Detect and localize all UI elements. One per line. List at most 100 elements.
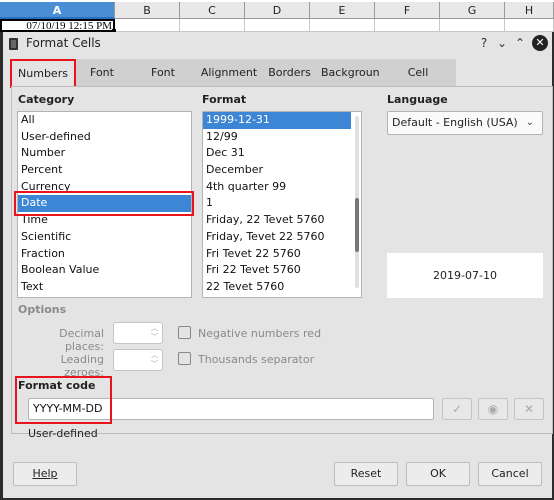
format-code-label: Format code [18,379,96,392]
cell-e1[interactable] [310,19,375,32]
list-item[interactable]: Scientific [18,229,191,246]
dialog-title: Format Cells [26,36,101,50]
format-label-text: Format [202,93,247,106]
tab-alignment[interactable]: Alignment [197,59,261,86]
list-item[interactable]: 4th quarter 99 [203,179,351,196]
language-label: Language [387,93,448,106]
numbers-panel: Category All User-defined Number Percent Cur… [11,86,553,440]
column-header-g[interactable]: G [440,2,505,19]
format-preview: 2019-07-10 [387,253,543,298]
delete-format-button[interactable]: ✕ [514,398,544,420]
column-header-f[interactable]: F [375,2,440,19]
help-button[interactable]: Help [13,462,77,486]
reset-button[interactable]: Reset [334,462,398,486]
close-icon[interactable]: ✕ [532,35,548,51]
list-item[interactable]: Boolean Value [18,262,191,279]
cell-h1[interactable] [505,19,554,32]
tab-bar: Numbers Font Font Effects Alignment Bord… [11,59,456,106]
list-item[interactable]: Friday, 22 Tevet 5760 [203,212,351,229]
format-code-description: User-defined [28,427,98,440]
cell-b1[interactable] [115,19,180,32]
column-headers: A B C D E F G H [0,2,554,19]
edit-comment-button[interactable]: ◉ [478,398,508,420]
format-label: Format [202,93,246,106]
dialog-titlebar[interactable]: Format Cells ? ⌄ ⌃ ✕ [3,32,552,56]
spinner-arrows-icon[interactable]: ︿ ﹀ [151,324,158,342]
negative-red-label: Negative numbers red [198,327,322,340]
category-list[interactable]: All User-defined Number Percent Currency Date… [17,111,192,298]
list-item[interactable]: Date [18,195,191,213]
leading-zeroes-label: Leading zeroes: [60,353,104,379]
help-icon[interactable]: ? [478,35,490,51]
chevron-down-icon: ⌄ [525,117,534,128]
column-header-d[interactable]: D [245,2,310,19]
checkmark-icon: ✓ [451,402,463,416]
ok-button-label: OK [430,467,446,480]
list-item[interactable]: Time [18,212,191,229]
column-header-c[interactable]: C [180,2,245,19]
app-icon [9,38,18,50]
list-item[interactable]: 22 Tevet 5760 [203,279,351,296]
list-item[interactable]: Dec 31 [203,145,351,162]
list-item[interactable]: 1 [203,195,351,212]
help-button-label: Help [32,467,58,480]
column-header-h[interactable]: H [505,2,554,19]
language-label-text: Language [387,93,448,106]
accept-format-button[interactable]: ✓ [442,398,472,420]
format-list-scrollbar[interactable] [355,116,359,288]
list-item[interactable]: 1999-12-31 [203,112,351,129]
cell-g1[interactable] [440,19,505,32]
thousands-separator-label: Thousands separator [198,353,315,366]
leading-zeroes-spinner[interactable]: ︿ ﹀ [113,349,163,371]
list-item[interactable]: Fraction [18,246,191,263]
category-label: Category [18,93,74,106]
cell-d1[interactable] [245,19,310,32]
category-label-text: Category [18,93,75,106]
maximize-icon[interactable]: ⌃ [514,35,526,51]
list-item[interactable]: Text [18,279,191,296]
tab-font-effects[interactable]: Font Effects [129,59,197,106]
scrollbar-thumb[interactable] [355,198,359,252]
thousands-separator-checkbox[interactable] [178,352,191,365]
window-controls: ? ⌄ ⌃ ✕ [478,35,548,51]
list-item[interactable]: Percent [18,162,191,179]
tab-cell-protection[interactable]: Cell Protection [380,59,456,106]
cell-c1[interactable] [180,19,245,32]
delete-icon: ✕ [523,402,535,416]
negative-red-checkbox[interactable] [178,326,191,339]
cell-f1[interactable] [375,19,440,32]
list-item[interactable]: Fri Tevet 22 5760 [203,246,351,263]
list-item[interactable]: December [203,162,351,179]
list-item[interactable]: User-defined [18,129,191,146]
cancel-button-label: Cancel [491,467,529,480]
cancel-button[interactable]: Cancel [478,462,542,486]
minimize-icon[interactable]: ⌄ [496,35,508,51]
list-item[interactable]: Number [18,145,191,162]
format-cells-dialog: Format Cells ? ⌄ ⌃ ✕ Numbers Font Font E… [0,32,554,500]
decimal-places-label: Decimal places: [59,327,104,353]
decimal-places-spinner[interactable]: ︿ ﹀ [113,322,163,344]
format-list[interactable]: 1999-12-31 12/99 Dec 31 December 4th quarter… [202,111,362,298]
column-header-a[interactable]: A [0,2,115,19]
tab-borders[interactable]: Borders [261,59,318,86]
list-item[interactable]: Fri 22 Tevet 5760 [203,262,351,279]
spinner-arrows-icon[interactable]: ︿ ﹀ [151,351,158,369]
spreadsheet-strip: A B C D E F G H 07/10/19 12:15 PM [0,0,554,33]
eye-icon: ◉ [487,402,499,416]
list-item[interactable]: Friday, Tevet 22 5760 [203,229,351,246]
tab-font[interactable]: Font [75,59,129,86]
list-item[interactable]: 12/99 [203,129,351,146]
column-header-e[interactable]: E [310,2,375,19]
language-value: Default - English (USA) [392,116,518,129]
language-select[interactable]: Default - English (USA) ⌄ [387,111,543,135]
row-1: 07/10/19 12:15 PM [0,19,554,33]
reset-button-label: Reset [350,467,382,480]
list-item[interactable]: All [18,112,191,129]
format-code-input[interactable]: YYYY-MM-DD [28,398,434,420]
cell-a1[interactable]: 07/10/19 12:15 PM [0,19,116,33]
ok-button[interactable]: OK [406,462,470,486]
tab-background[interactable]: Background [318,59,387,86]
list-item[interactable]: Currency [18,179,191,196]
tab-numbers[interactable]: Numbers [11,59,75,86]
column-header-b[interactable]: B [115,2,180,19]
